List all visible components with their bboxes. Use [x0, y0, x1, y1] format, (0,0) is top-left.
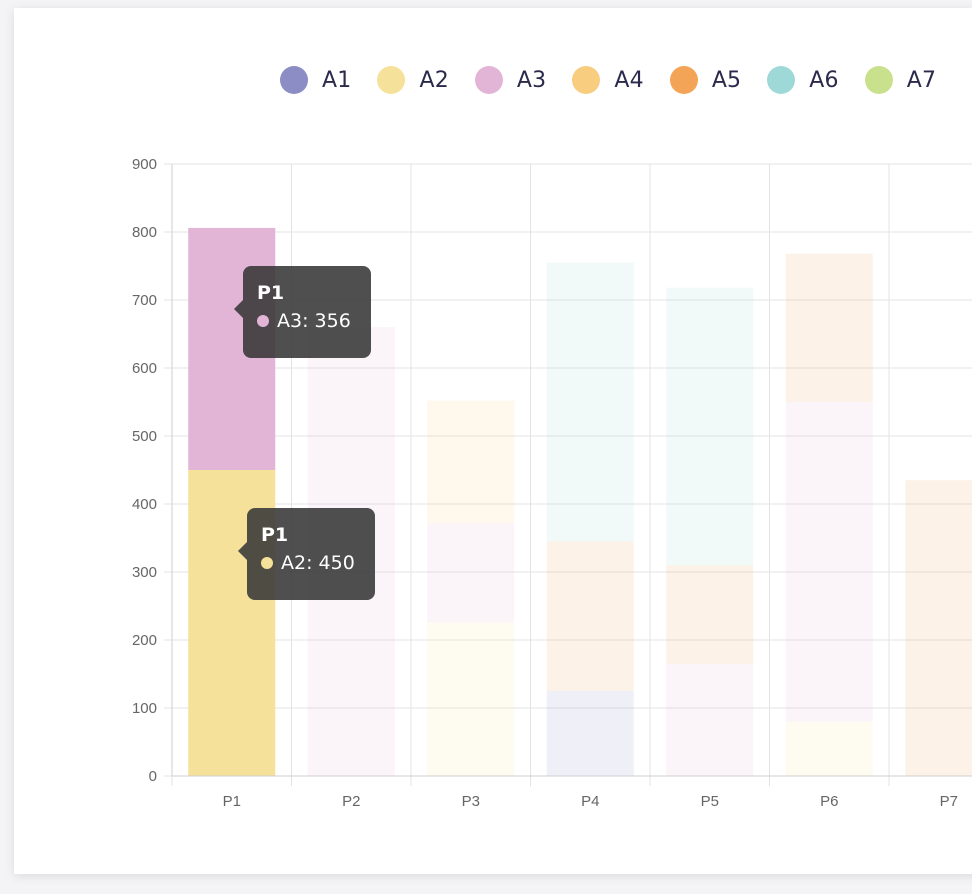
y-tick-label: 600	[132, 360, 157, 377]
tooltip-series-dot	[261, 557, 273, 569]
y-tick-label: 700	[132, 292, 157, 309]
y-tick-label: 0	[149, 768, 157, 785]
y-tick-label: 400	[132, 496, 157, 513]
bar-segment-p4-a1	[546, 691, 634, 776]
tooltip-series-dot	[257, 315, 269, 327]
x-tick-label: P7	[940, 793, 958, 810]
bar-segment-p3-a4	[427, 400, 515, 524]
x-tick-label: P3	[462, 793, 480, 810]
y-tick-label: 300	[132, 564, 157, 581]
bar-segment-p6-a3	[785, 402, 873, 722]
bar-segment-p3-a2	[427, 622, 515, 776]
tooltip-row: A2: 450	[261, 552, 361, 574]
tooltip-title: P1	[257, 282, 285, 304]
bar-segment-p6-a5	[785, 253, 873, 402]
y-tick-label: 800	[132, 224, 157, 241]
tooltip-title: P1	[261, 524, 289, 546]
x-tick-label: P4	[581, 793, 599, 810]
x-tick-label: P6	[820, 793, 838, 810]
bar-segment-p7-a5	[905, 480, 972, 776]
y-tick-label: 500	[132, 428, 157, 445]
x-tick-label: P2	[342, 793, 360, 810]
bar-segment-p5-a3	[666, 663, 754, 776]
bar-segment-p6-a2	[785, 721, 873, 776]
tooltip-value: A3: 356	[277, 310, 351, 332]
bar-segment-p5-a6	[666, 287, 754, 566]
y-tick-label: 900	[132, 156, 157, 173]
y-tick-label: 200	[132, 632, 157, 649]
tooltip-p1-a3: P1 A3: 356	[234, 266, 371, 358]
y-tick-label: 100	[132, 700, 157, 717]
x-tick-label: P1	[223, 793, 241, 810]
stacked-bar-chart: 0 100 200 300 400 500 600 700 800 900 P1 P2 P3 P4 P5 P6…	[132, 156, 972, 810]
bar-segment-p4-a5	[546, 541, 634, 691]
bar-segment-p4-a6	[546, 262, 634, 542]
x-tick-label: P5	[701, 793, 719, 810]
bar-segment-p5-a5	[666, 565, 754, 664]
tooltip-value: A2: 450	[281, 552, 355, 574]
bar-segment-p3-a3	[427, 523, 515, 623]
tooltip-row: A3: 356	[257, 310, 357, 332]
tooltip-p1-a2: P1 A2: 450	[238, 508, 375, 600]
